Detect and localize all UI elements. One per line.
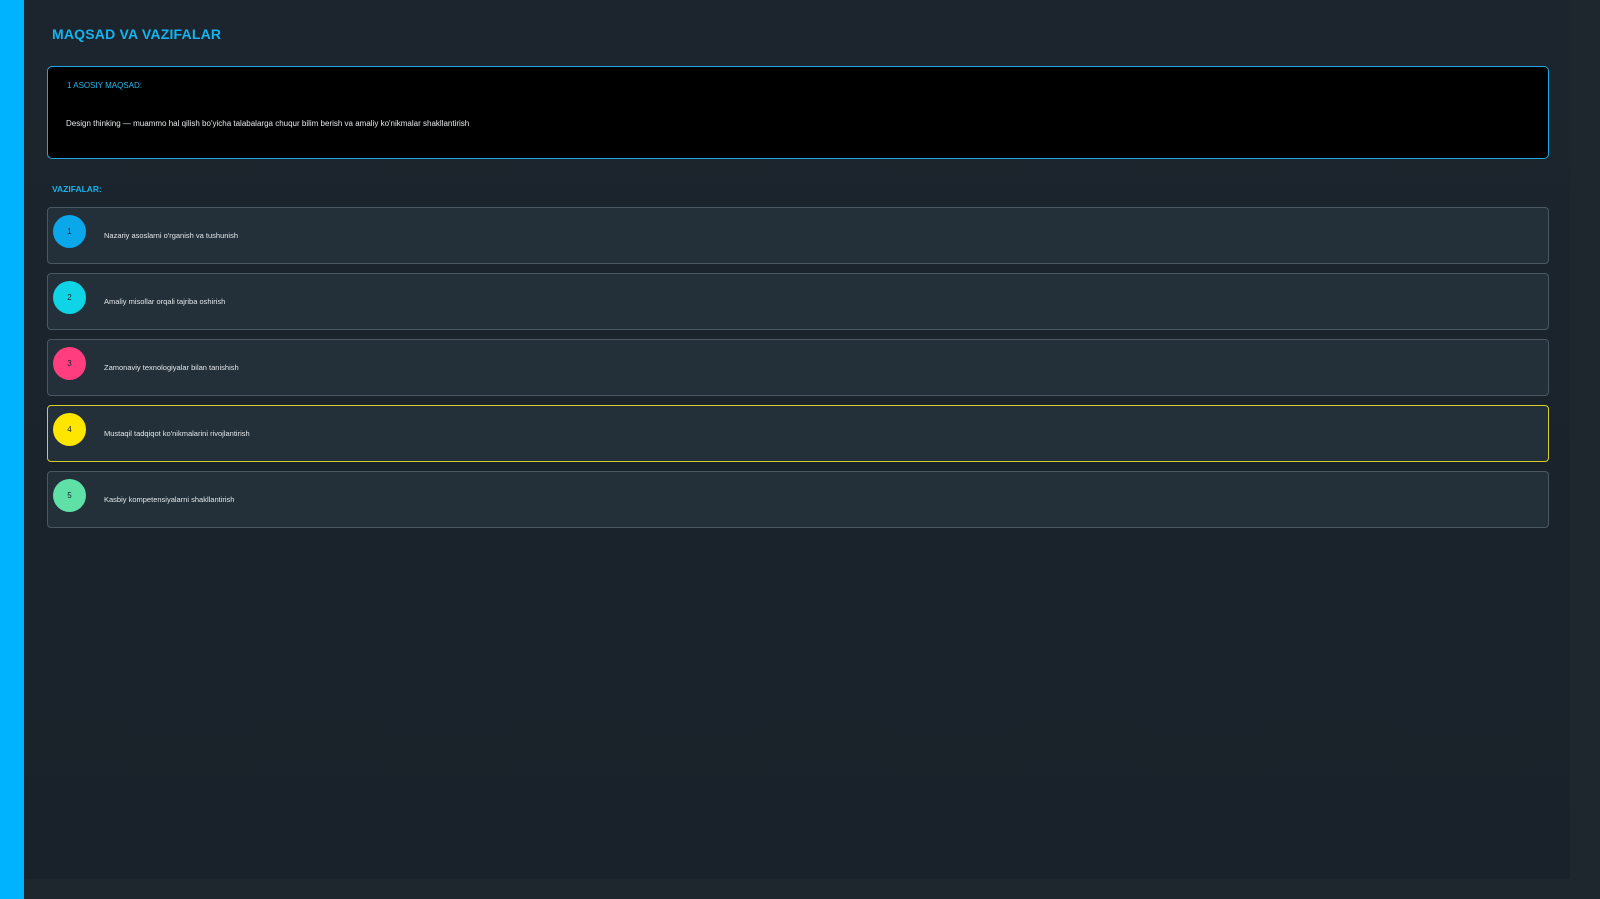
slide-page: MAQSAD VA VAZIFALAR 1 ASOSIY MAQSAD: Des…	[0, 0, 1600, 899]
task-number-badge: 4	[53, 413, 86, 446]
left-accent-bar	[0, 0, 24, 899]
task-list: 1 Nazariy asoslarni o'rganish va tushuni…	[47, 207, 1549, 537]
task-text: Nazariy asoslarni o'rganish va tushunish	[104, 231, 239, 240]
task-item: 3 Zamonaviy texnologiyalar bilan tanishi…	[47, 339, 1549, 396]
task-number-badge: 1	[53, 215, 86, 248]
task-number-badge: 3	[53, 347, 86, 380]
task-number-badge: 2	[53, 281, 86, 314]
main-goal-text: Design thinking — muammo hal qilish bo'y…	[66, 119, 470, 128]
task-text: Amaliy misollar orqali tajriba oshirish	[104, 297, 226, 306]
bottom-edge	[24, 879, 1600, 899]
task-item: 1 Nazariy asoslarni o'rganish va tushuni…	[47, 207, 1549, 264]
task-item: 5 Kasbiy kompetensiyalarni shakllantiris…	[47, 471, 1549, 528]
task-text: Mustaqil tadqiqot ko'nikmalarini rivojla…	[104, 429, 250, 438]
task-text: Kasbiy kompetensiyalarni shakllantirish	[104, 495, 235, 504]
task-item-highlighted: 4 Mustaqil tadqiqot ko'nikmalarini rivoj…	[47, 405, 1549, 462]
main-goal-card: 1 ASOSIY MAQSAD: Design thinking — muamm…	[47, 66, 1549, 159]
task-number-badge: 5	[53, 479, 86, 512]
tasks-heading: VAZIFALAR:	[52, 184, 102, 194]
task-text: Zamonaviy texnologiyalar bilan tanishish	[104, 363, 239, 372]
task-item: 2 Amaliy misollar orqali tajriba oshiris…	[47, 273, 1549, 330]
main-goal-label: 1 ASOSIY MAQSAD:	[67, 81, 142, 90]
page-title: MAQSAD VA VAZIFALAR	[52, 26, 222, 42]
right-edge	[1570, 0, 1600, 899]
